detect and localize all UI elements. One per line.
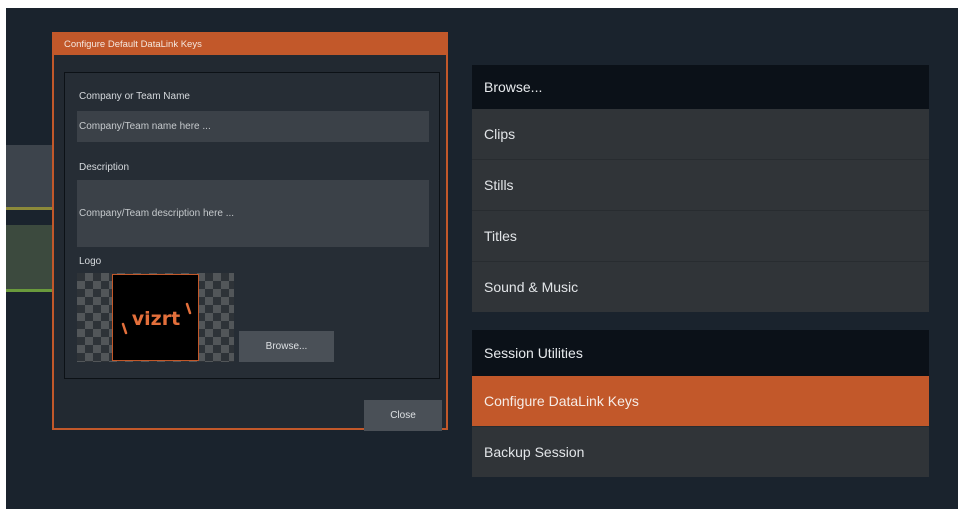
menu-item-backup-session[interactable]: Backup Session <box>472 426 929 477</box>
dialog-title: Configure Default DataLink Keys <box>54 34 446 55</box>
configure-datalink-dialog: Configure Default DataLink Keys Company … <box>52 32 448 431</box>
browse-menu: Browse... Clips Stills Titles Sound & Mu… <box>472 65 929 312</box>
dialog-form: Company or Team Name Company/Team name h… <box>64 72 440 379</box>
menu-item-clips[interactable]: Clips <box>472 109 929 159</box>
vizrt-logo-graphic: vizrt <box>121 302 191 334</box>
background-panel-strip <box>6 145 56 207</box>
background-panel-accent-line <box>6 207 56 210</box>
menu-item-titles[interactable]: Titles <box>472 210 929 261</box>
menu-item-configure-datalink-keys[interactable]: Configure DataLink Keys <box>472 376 929 426</box>
description-label: Description <box>79 162 130 173</box>
vizrt-logo: vizrt <box>112 274 199 361</box>
background-panel-strip <box>6 225 56 289</box>
svg-text:vizrt: vizrt <box>131 308 179 330</box>
browse-logo-button[interactable]: Browse... <box>239 331 334 362</box>
background-panel-accent-line <box>6 289 56 292</box>
logo-label: Logo <box>79 256 102 267</box>
logo-preview[interactable]: vizrt <box>77 273 234 362</box>
workspace-background: Configure Default DataLink Keys Company … <box>6 8 958 509</box>
company-name-field[interactable]: Company/Team name here ... <box>77 111 429 142</box>
description-field[interactable]: Company/Team description here ... <box>77 180 429 247</box>
close-button[interactable]: Close <box>364 400 442 431</box>
browse-menu-header: Browse... <box>472 65 929 109</box>
menu-item-stills[interactable]: Stills <box>472 159 929 210</box>
company-name-label: Company or Team Name <box>79 91 190 102</box>
session-utilities-menu: Session Utilities Configure DataLink Key… <box>472 330 929 477</box>
session-utilities-header: Session Utilities <box>472 330 929 376</box>
menu-item-sound-music[interactable]: Sound & Music <box>472 261 929 312</box>
